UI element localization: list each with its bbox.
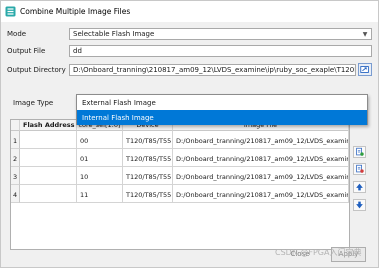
output-directory-input[interactable]: D:\Onboard_tranning\210817_am09_12\LVDS_…	[69, 64, 356, 76]
table-cell-core-sel[interactable]: 01	[77, 149, 123, 167]
table-cell-device[interactable]: T120/T85/T55	[123, 149, 173, 167]
table-cell-image-file[interactable]: D:/Onboard_tranning/210817_am09_12/LVDS_…	[173, 185, 349, 203]
row-number[interactable]: 1	[11, 131, 20, 149]
output-directory-value: D:\Onboard_tranning\210817_am09_12\LVDS_…	[73, 66, 356, 74]
cell-text: D:/Onboard_tranning/210817_am09_12/LVDS_…	[176, 155, 349, 163]
output-file-label: Output File	[7, 47, 46, 55]
row-number[interactable]: 2	[11, 149, 20, 167]
cell-text: T120/T85/T55	[126, 173, 172, 181]
table-cell-core-sel[interactable]: 10	[77, 167, 123, 185]
cell-text: 00	[80, 137, 89, 145]
combine-images-dialog: Combine Multiple Image Files Mode Select…	[0, 0, 379, 268]
row-number[interactable]: 3	[11, 167, 20, 185]
row-number[interactable]: 4	[11, 185, 20, 203]
row-number-text: 2	[13, 155, 18, 163]
add-file-icon	[356, 147, 364, 156]
cell-text: T120/T85/T55	[126, 137, 172, 145]
option-label: Internal Flash Image	[82, 114, 154, 122]
title-bar: Combine Multiple Image Files	[1, 1, 378, 22]
output-file-input[interactable]: dd	[69, 45, 372, 57]
option-external-flash-image[interactable]: External Flash Image	[77, 95, 367, 110]
chevron-down-icon: ▼	[362, 31, 368, 38]
table-cell-device[interactable]: T120/T85/T55	[123, 131, 173, 149]
cell-text: 01	[80, 155, 89, 163]
cell-text: 10	[80, 173, 89, 181]
table-cell-flash-address[interactable]	[20, 149, 77, 167]
output-file-value: dd	[73, 47, 82, 55]
app-logo-icon	[5, 6, 16, 17]
watermark-text: CSDN @FPGA入门宝典	[275, 248, 362, 257]
table-cell-core-sel[interactable]: 00	[77, 131, 123, 149]
window-title: Combine Multiple Image Files	[20, 7, 131, 16]
table-cell-device[interactable]: T120/T85/T55	[123, 185, 173, 203]
table-cell-image-file[interactable]: D:/Onboard_tranning/210817_am09_12/LVDS_…	[173, 149, 349, 167]
add-file-button[interactable]	[353, 146, 366, 158]
remove-file-button[interactable]	[353, 163, 366, 175]
option-internal-flash-image[interactable]: Internal Flash Image	[77, 110, 367, 125]
output-directory-label: Output Directory	[7, 66, 66, 74]
cell-text: T120/T85/T55	[126, 191, 172, 199]
move-up-button[interactable]	[353, 181, 366, 193]
browse-icon	[360, 66, 369, 73]
table-cell-flash-address[interactable]	[20, 185, 77, 203]
move-down-icon	[356, 201, 363, 209]
table-cell-image-file[interactable]: D:/Onboard_tranning/210817_am09_12/LVDS_…	[173, 131, 349, 149]
column-header-flash-address[interactable]: Flash Address	[20, 120, 77, 131]
cell-text: T120/T85/T55	[126, 155, 172, 163]
table-cell-image-file[interactable]: D:/Onboard_tranning/210817_am09_12/LVDS_…	[173, 167, 349, 185]
row-number-text: 1	[13, 137, 18, 145]
cell-text: D:/Onboard_tranning/210817_am09_12/LVDS_…	[176, 173, 349, 181]
move-down-button[interactable]	[353, 199, 366, 211]
row-number-text: 3	[13, 173, 18, 181]
image-type-dropdown-list: External Flash Image Internal Flash Imag…	[76, 94, 368, 125]
remove-file-icon	[356, 164, 364, 173]
image-table: Flash Address core_sel[1:0] Device Image…	[10, 119, 350, 250]
mode-label: Mode	[7, 30, 27, 38]
table-corner-header	[11, 120, 20, 131]
browse-directory-button[interactable]	[358, 63, 372, 76]
table-cell-device[interactable]: T120/T85/T55	[123, 167, 173, 185]
mode-select-value: Selectable Flash Image	[73, 30, 155, 38]
image-type-label: Image Type	[13, 99, 54, 107]
option-label: External Flash Image	[82, 99, 156, 107]
mode-select[interactable]: Selectable Flash Image ▼	[69, 28, 372, 40]
table-cell-flash-address[interactable]	[20, 167, 77, 185]
table-cell-core-sel[interactable]: 11	[77, 185, 123, 203]
cell-text: 11	[80, 191, 89, 199]
row-number-text: 4	[13, 191, 18, 199]
cell-text: D:/Onboard_tranning/210817_am09_12/LVDS_…	[176, 137, 349, 145]
cell-text: D:/Onboard_tranning/210817_am09_12/LVDS_…	[176, 191, 349, 199]
move-up-icon	[356, 183, 363, 191]
table-cell-flash-address[interactable]	[20, 131, 77, 149]
